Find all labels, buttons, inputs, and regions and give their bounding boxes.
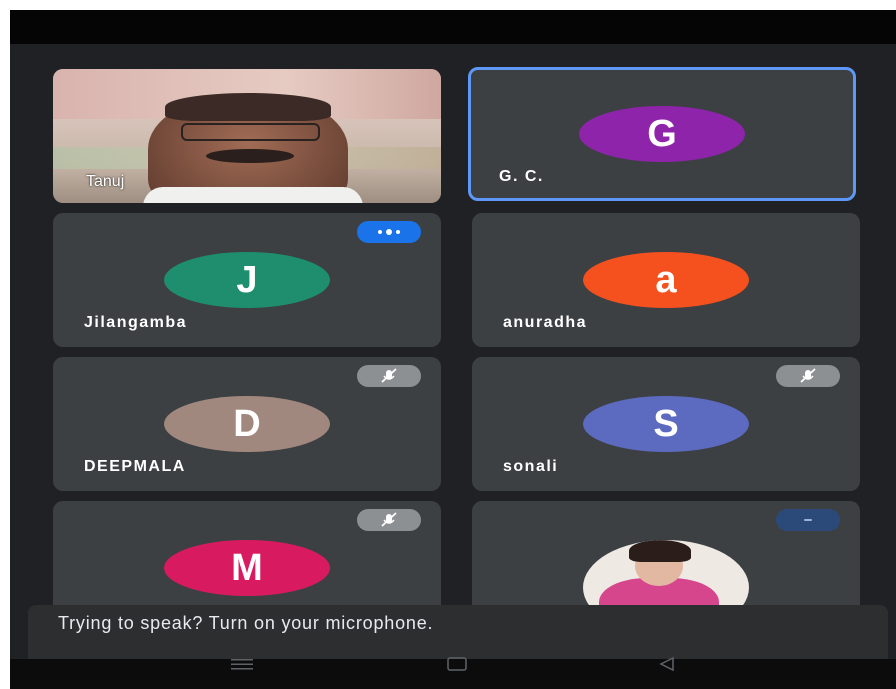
back-icon[interactable] — [647, 652, 687, 676]
menu-icon[interactable] — [222, 652, 262, 676]
avatar: a — [583, 252, 749, 308]
participant-name: Tanuj — [86, 173, 125, 190]
meeting-screen: Tanuj G G. C. J Jilangamba a anuradha D … — [10, 10, 896, 689]
participant-tile-jilangamba[interactable]: J Jilangamba — [53, 213, 441, 347]
home-icon[interactable] — [437, 652, 477, 676]
mic-off-icon — [776, 365, 840, 387]
mic-off-icon — [357, 365, 421, 387]
avatar: S — [583, 396, 749, 452]
avatar: G — [579, 106, 745, 162]
participant-name: anuradha — [503, 314, 588, 331]
participant-name: G. C. — [499, 168, 544, 185]
participant-tile-gc[interactable]: G G. C. — [468, 67, 856, 201]
participant-name: Jilangamba — [84, 314, 188, 331]
participant-name: sonali — [503, 458, 559, 475]
status-bar — [10, 10, 896, 44]
participant-tile-sonali[interactable]: S sonali — [472, 357, 860, 491]
participant-tile-deepmala[interactable]: D DEEPMALA — [53, 357, 441, 491]
mic-off-icon — [357, 509, 421, 531]
toast-message: Trying to speak? Turn on your microphone… — [58, 613, 434, 633]
speaking-icon — [357, 221, 421, 243]
participant-tile-tanuj[interactable]: Tanuj — [53, 69, 441, 203]
participant-tile-anuradha[interactable]: a anuradha — [472, 213, 860, 347]
minus-icon — [776, 509, 840, 531]
avatar: J — [164, 252, 330, 308]
participant-name: DEEPMALA — [84, 458, 186, 475]
avatar: D — [164, 396, 330, 452]
avatar: M — [164, 540, 330, 596]
